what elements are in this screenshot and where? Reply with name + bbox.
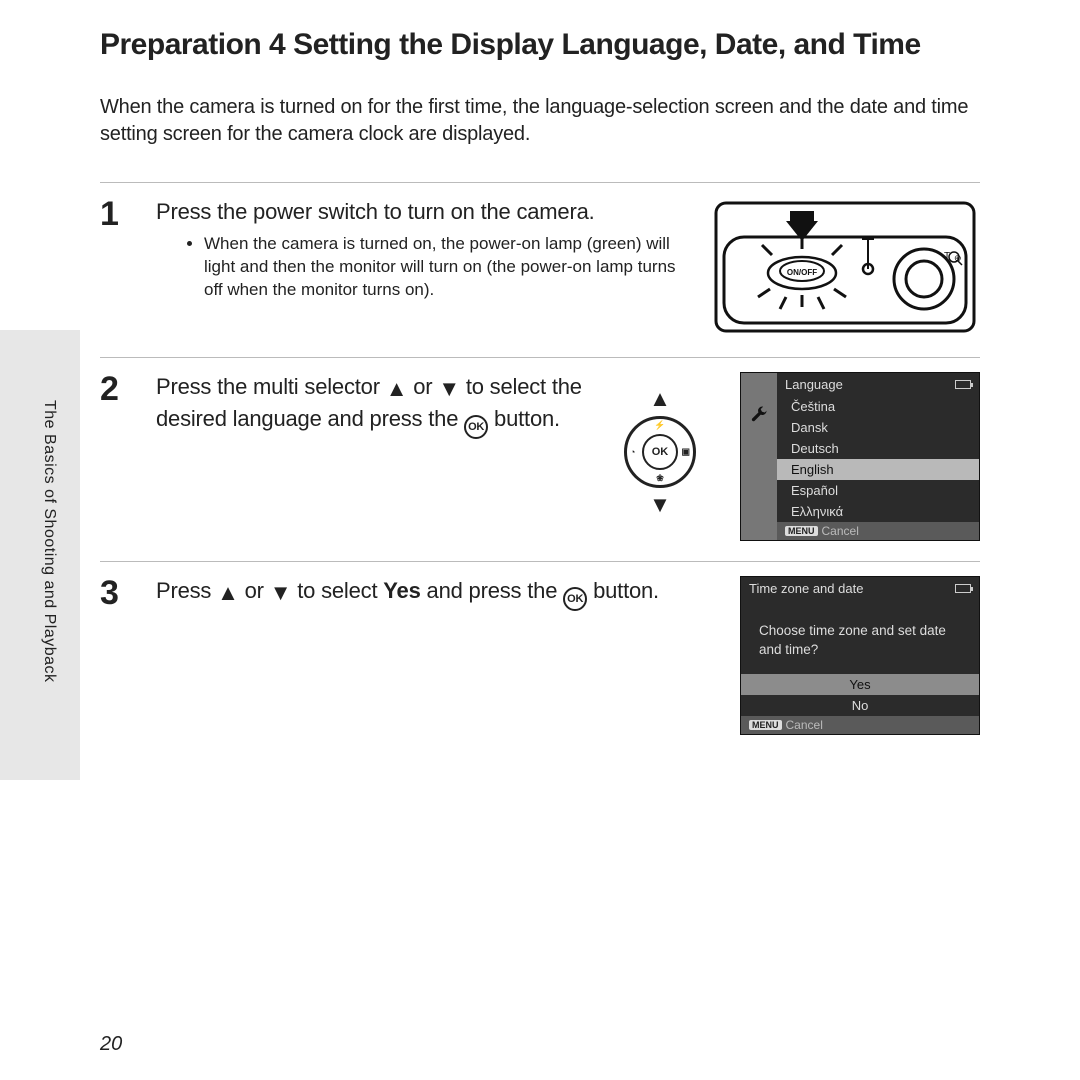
battery-icon xyxy=(955,380,971,389)
menu-pill-icon: MENU xyxy=(749,720,782,730)
timezone-screen: Time zone and date Choose time zone and … xyxy=(740,576,980,735)
section-side-label: The Basics of Shooting and Playback xyxy=(40,400,58,683)
step-heading: Press ▲ or ▼ to select Yes and press the… xyxy=(156,576,722,611)
language-list: Čeština Dansk Deutsch English Español Ελ… xyxy=(777,396,979,522)
camera-top-illustration: ON/OFF xyxy=(710,197,980,337)
step-3: 3 Press ▲ or ▼ to select Yes and press t… xyxy=(100,562,980,755)
list-item: Español xyxy=(777,480,979,501)
choice-no: No xyxy=(741,695,979,716)
step-body: Press the multi selector ▲ or ▼ to selec… xyxy=(156,372,582,541)
menu-pill-icon: MENU xyxy=(785,526,818,536)
page-number: 20 xyxy=(100,1033,122,1056)
list-item: Čeština xyxy=(777,396,979,417)
list-item: Dansk xyxy=(777,417,979,438)
step-number: 1 xyxy=(100,197,138,337)
down-triangle-icon: ▼ xyxy=(270,578,292,608)
page-title: Preparation 4 Setting the Display Langua… xyxy=(100,28,980,62)
step-body: Press ▲ or ▼ to select Yes and press the… xyxy=(156,576,722,735)
screen-footer: MENUCancel xyxy=(777,522,979,540)
ok-button-icon: OK xyxy=(464,415,488,439)
choice-yes: Yes xyxy=(741,674,979,695)
list-item: Deutsch xyxy=(777,438,979,459)
screen-title: Time zone and date xyxy=(749,581,863,596)
step-2: 2 Press the multi selector ▲ or ▼ to sel… xyxy=(100,358,980,562)
page-content: Preparation 4 Setting the Display Langua… xyxy=(100,28,980,755)
list-item: Ελληνικά xyxy=(777,501,979,522)
selector-ring: ⚡ ◔ ▣ ❀ OK xyxy=(624,416,696,488)
battery-icon xyxy=(955,584,971,593)
screen-title: Language xyxy=(785,377,843,392)
step-body: Press the power switch to turn on the ca… xyxy=(156,197,692,337)
list-item-selected: English xyxy=(777,459,979,480)
screen-prompt: Choose time zone and set date and time? xyxy=(741,600,979,674)
multi-selector-illustration: ▲ ⚡ ◔ ▣ ❀ OK ▼ xyxy=(600,372,720,532)
step-bullet: When the camera is turned on, the power-… xyxy=(204,233,692,302)
screen-footer: MENUCancel xyxy=(741,716,979,734)
step-number: 2 xyxy=(100,372,138,541)
ok-center-icon: OK xyxy=(642,434,678,470)
language-screen: Language Čeština Dansk Deutsch English E… xyxy=(740,372,980,541)
down-triangle-icon: ▼ xyxy=(649,494,671,516)
steps-list: 1 Press the power switch to turn on the … xyxy=(100,182,980,755)
step-number: 3 xyxy=(100,576,138,735)
step-heading: Press the power switch to turn on the ca… xyxy=(156,197,692,227)
intro-paragraph: When the camera is turned on for the fir… xyxy=(100,94,980,148)
wrench-icon xyxy=(749,405,769,425)
down-triangle-icon: ▼ xyxy=(438,374,460,404)
up-triangle-icon: ▲ xyxy=(217,578,239,608)
setup-tab xyxy=(741,373,777,540)
ok-button-icon: OK xyxy=(563,587,587,611)
up-triangle-icon: ▲ xyxy=(649,388,671,410)
svg-text:ON/OFF: ON/OFF xyxy=(787,268,817,277)
up-triangle-icon: ▲ xyxy=(386,374,408,404)
step-heading: Press the multi selector ▲ or ▼ to selec… xyxy=(156,372,582,439)
step-1: 1 Press the power switch to turn on the … xyxy=(100,183,980,358)
